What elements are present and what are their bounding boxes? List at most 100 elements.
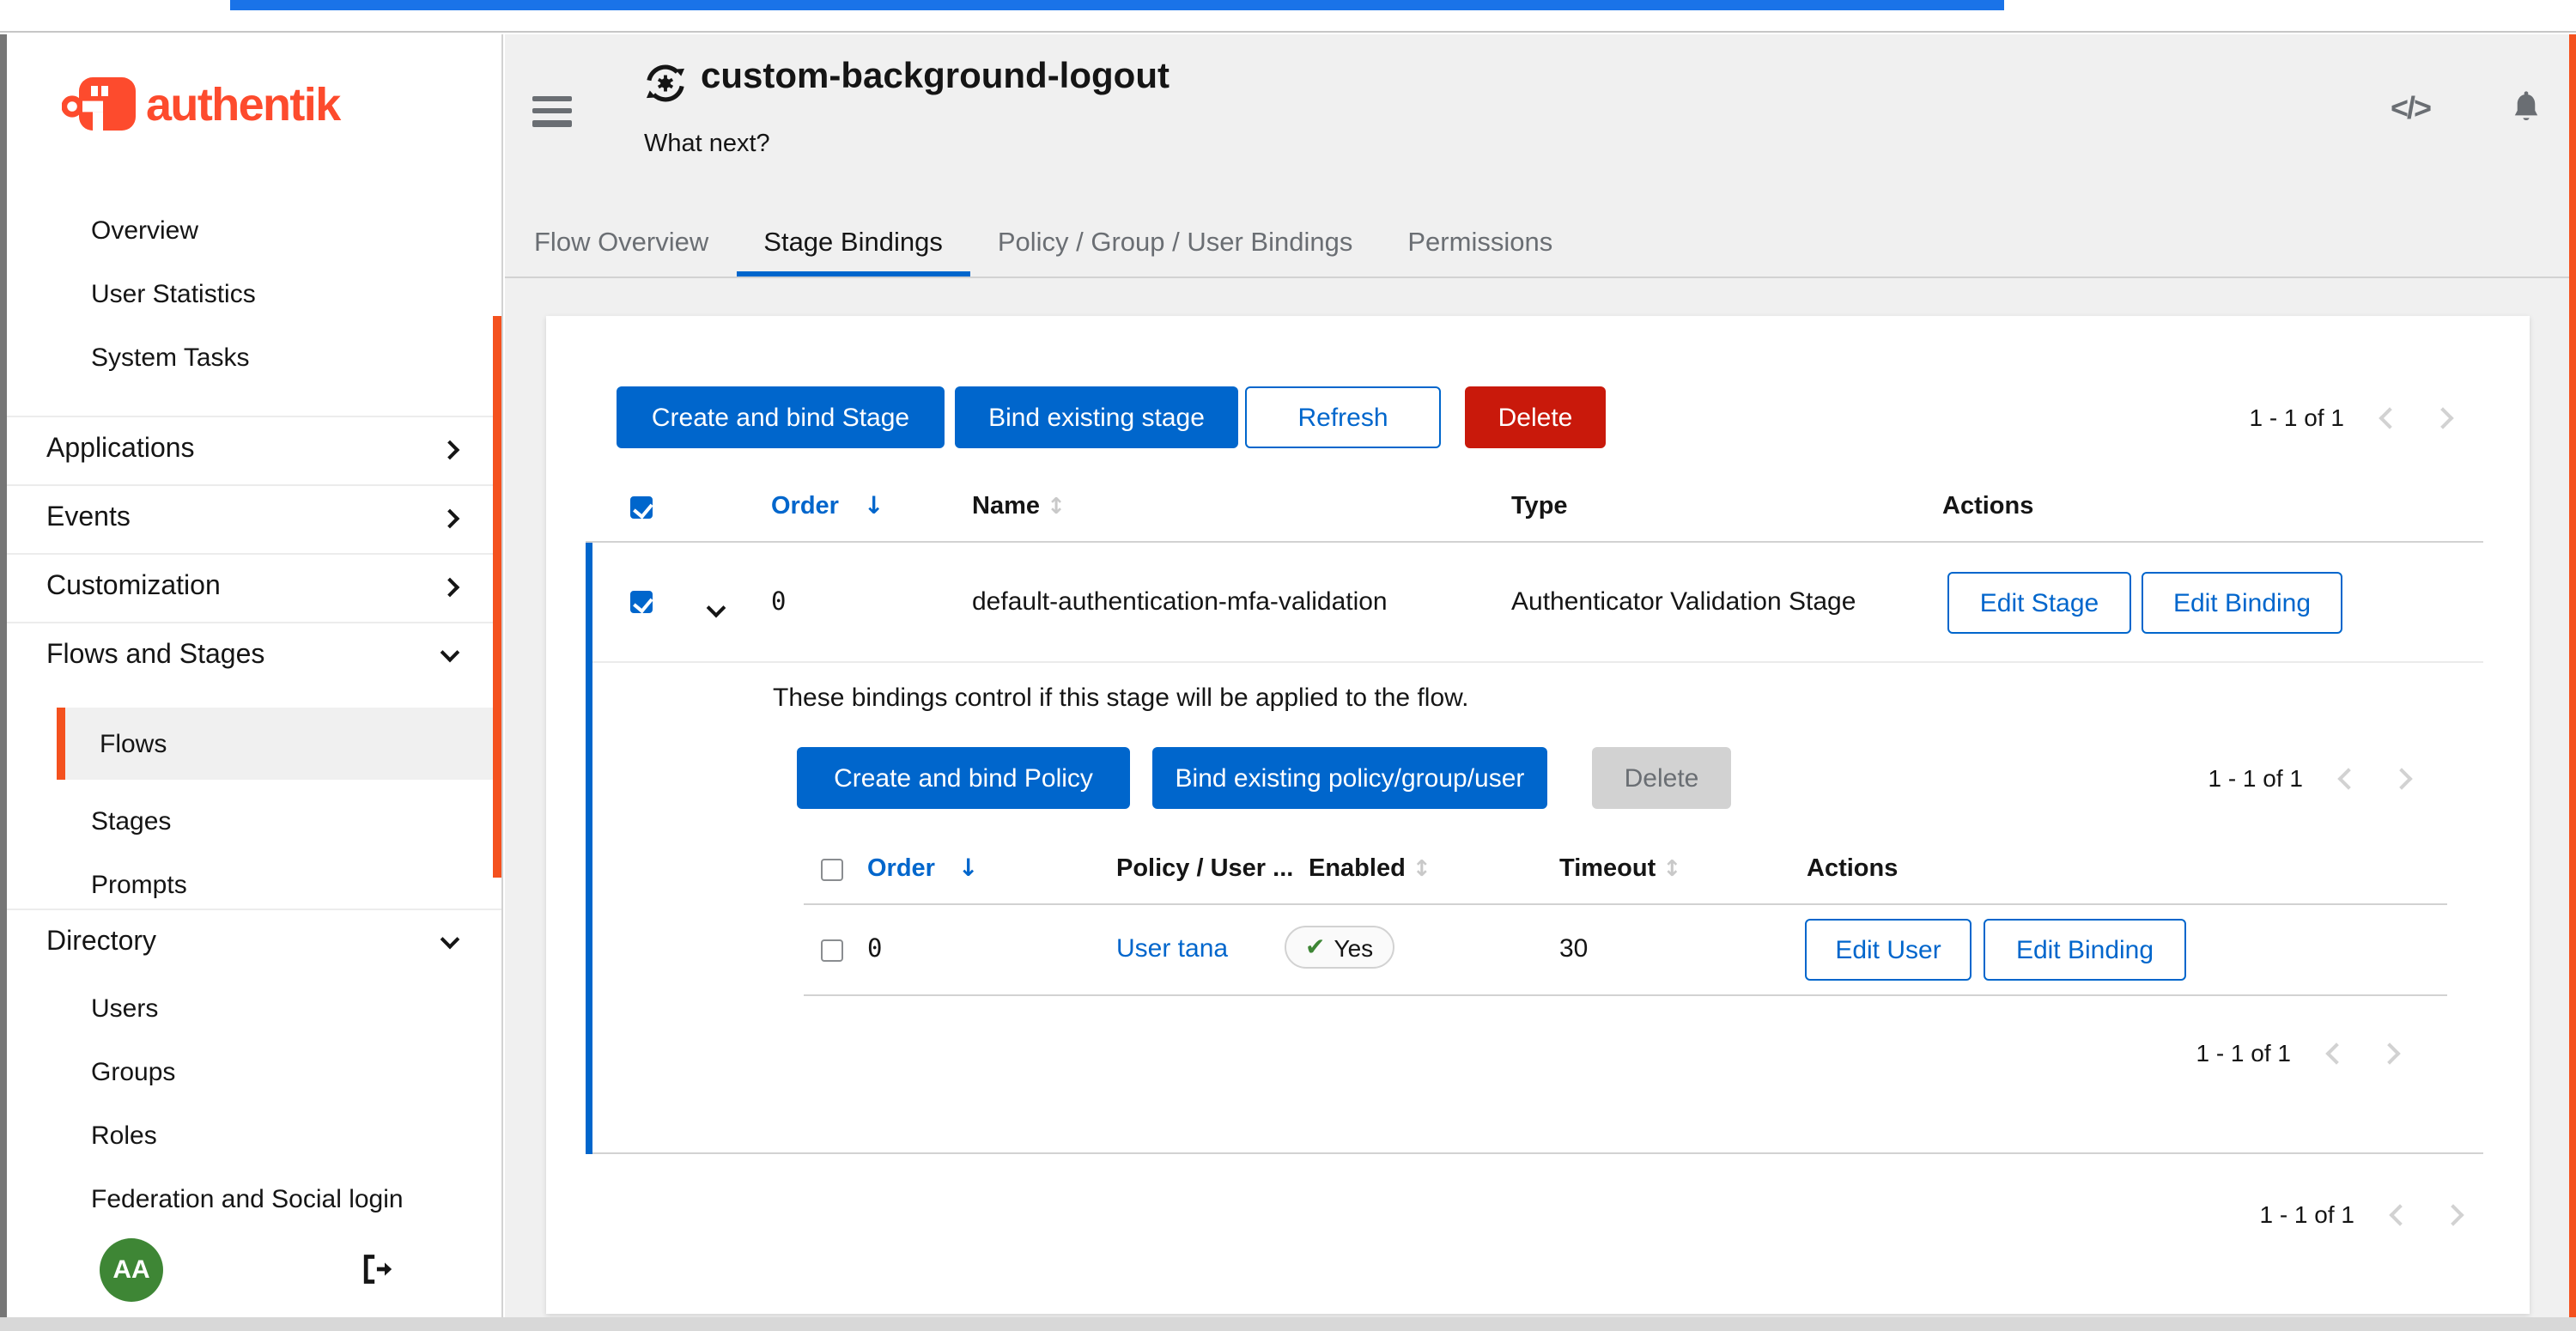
user-avatar[interactable]: AA: [100, 1238, 163, 1302]
column-timeout[interactable]: Timeout ↕: [1559, 855, 1681, 883]
window-focus-bar: [230, 0, 2004, 10]
policy-table-header: Order ↓ Policy / User ... Enabled ↕ Time…: [804, 836, 2447, 905]
sidebar-item-groups[interactable]: Groups: [7, 1041, 501, 1104]
sort-toggle-icon: ↕: [1047, 495, 1066, 520]
pagination-label: 1 - 1 of 1: [2259, 1200, 2354, 1228]
column-order[interactable]: Order: [867, 855, 935, 883]
stage-bindings-card: Create and bind Stage Bind existing stag…: [546, 316, 2530, 1314]
tab-flow-overview[interactable]: Flow Overview: [507, 215, 736, 277]
chevron-right-icon: [440, 578, 460, 598]
pagination-label: 1 - 1 of 1: [2196, 1039, 2291, 1067]
sort-descending-icon[interactable]: ↓: [864, 493, 884, 520]
pagination-prev-icon[interactable]: [2337, 767, 2359, 788]
enabled-label: Yes: [1334, 933, 1373, 961]
authentik-wordmark: authentik: [146, 78, 340, 131]
select-all-checkbox[interactable]: [821, 859, 843, 881]
cell-timeout: 30: [1559, 934, 1588, 963]
sidebar-item-federation-social-login[interactable]: Federation and Social login: [7, 1168, 501, 1231]
stage-table-header: Order ↓ Name ↕ Type Actions: [586, 474, 2483, 543]
sidebar-item-prompts[interactable]: Prompts: [7, 854, 501, 917]
sidebar-group-flows-and-stages[interactable]: Flows and Stages: [7, 622, 501, 690]
pagination-label: 1 - 1 of 1: [2249, 404, 2344, 431]
cell-order: 0: [771, 589, 786, 617]
sidebar-item-overview[interactable]: Overview: [7, 199, 501, 263]
column-policy-user: Policy / User ...: [1116, 855, 1293, 883]
sidebar-group-customization[interactable]: Customization: [7, 553, 501, 622]
tab-policy-group-user-bindings[interactable]: Policy / Group / User Bindings: [970, 215, 1381, 277]
sidebar-item-user-statistics[interactable]: User Statistics: [7, 263, 501, 326]
bind-existing-stage-button[interactable]: Bind existing stage: [955, 386, 1238, 448]
tab-stage-bindings[interactable]: Stage Bindings: [736, 215, 970, 277]
pagination-prev-icon[interactable]: [2379, 406, 2400, 428]
column-name[interactable]: Name ↕: [972, 493, 1066, 520]
row-expander-chevron-down-icon[interactable]: [709, 593, 723, 623]
api-code-icon[interactable]: </>: [2391, 91, 2430, 127]
sidebar-item-flows[interactable]: Flows: [57, 708, 500, 780]
tab-bar: Flow Overview Stage Bindings Policy / Gr…: [505, 215, 2576, 278]
pagination-next-icon[interactable]: [2391, 767, 2412, 788]
bind-existing-policy-button[interactable]: Bind existing policy/group/user: [1152, 747, 1547, 809]
column-enabled[interactable]: Enabled ↕: [1309, 855, 1431, 883]
page-title: custom-background-logout: [701, 57, 1170, 98]
delete-button[interactable]: Delete: [1465, 386, 1606, 448]
edit-stage-button[interactable]: Edit Stage: [1947, 572, 2131, 634]
column-actions: Actions: [1942, 493, 2033, 520]
column-order[interactable]: Order: [771, 493, 839, 520]
authentik-logo-icon: [62, 76, 137, 134]
refresh-button[interactable]: Refresh: [1245, 386, 1441, 448]
row-checkbox[interactable]: [630, 591, 653, 613]
logout-icon[interactable]: [357, 1252, 395, 1295]
sort-descending-icon[interactable]: ↓: [958, 855, 978, 883]
sort-toggle-icon: ↕: [1413, 857, 1431, 883]
enabled-badge: ✔ Yes: [1285, 926, 1394, 969]
notifications-bell-icon[interactable]: [2507, 89, 2545, 136]
edit-user-button[interactable]: Edit User: [1805, 919, 1971, 981]
edit-binding-button[interactable]: Edit Binding: [1984, 919, 2186, 981]
sidebar: authentik Overview User Statistics Syste…: [7, 34, 503, 1317]
delete-policy-button[interactable]: Delete: [1592, 747, 1731, 809]
stage-binding-row: 0 default-authentication-mfa-validation …: [586, 543, 2483, 663]
pagination-inner: 1 - 1 of 1: [2208, 747, 2409, 809]
create-and-bind-policy-button[interactable]: Create and bind Policy: [797, 747, 1130, 809]
pagination-next-icon[interactable]: [2442, 1203, 2464, 1225]
main-area: custom-background-logout What next? </> …: [505, 34, 2576, 1317]
authentik-logo[interactable]: authentik: [62, 76, 340, 134]
sidebar-group-directory[interactable]: Directory: [7, 909, 501, 977]
sort-toggle-icon: ↕: [1662, 857, 1681, 883]
bindings-description: These bindings control if this stage wil…: [773, 684, 1468, 713]
tab-permissions[interactable]: Permissions: [1380, 215, 1580, 277]
sidebar-item-users[interactable]: Users: [7, 977, 501, 1041]
sidebar-item-system-tasks[interactable]: System Tasks: [7, 326, 501, 390]
window-left-edge: [0, 34, 7, 1317]
edit-binding-button[interactable]: Edit Binding: [2142, 572, 2342, 634]
chevron-right-icon: [440, 509, 460, 529]
check-icon: ✔: [1305, 933, 1325, 961]
pagination-next-icon[interactable]: [2379, 1042, 2400, 1063]
policy-user-link[interactable]: User tana: [1116, 934, 1228, 963]
page-subtitle: What next?: [644, 131, 770, 158]
sidebar-item-stages[interactable]: Stages: [7, 790, 501, 854]
sidebar-item-roles[interactable]: Roles: [7, 1104, 501, 1168]
select-all-checkbox[interactable]: [630, 496, 653, 519]
expanded-policy-section: These bindings control if this stage wil…: [592, 663, 2483, 1154]
policy-binding-row: 0 User tana ✔ Yes 30 Edit User Edit Bind…: [804, 905, 2447, 996]
chevron-right-icon: [440, 441, 460, 460]
pagination-label: 1 - 1 of 1: [2208, 764, 2303, 792]
row-checkbox[interactable]: [821, 939, 843, 962]
cell-order: 0: [867, 936, 882, 963]
chevron-down-icon: [440, 643, 460, 663]
pagination-next-icon[interactable]: [2432, 406, 2453, 428]
pagination-inner-bottom: 1 - 1 of 1: [2196, 1022, 2397, 1084]
window-bottom-edge: [0, 1317, 2576, 1331]
sidebar-scrollbar[interactable]: [493, 316, 501, 878]
column-actions: Actions: [1807, 855, 1898, 883]
create-and-bind-stage-button[interactable]: Create and bind Stage: [617, 386, 945, 448]
cell-type: Authenticator Validation Stage: [1511, 587, 1856, 617]
expanded-row-accent: [586, 543, 592, 1154]
sidebar-group-events[interactable]: Events: [7, 484, 501, 553]
pagination-prev-icon[interactable]: [2325, 1042, 2347, 1063]
pagination-prev-icon[interactable]: [2389, 1203, 2410, 1225]
page-scrollbar[interactable]: [2569, 34, 2576, 1317]
sidebar-toggle-button[interactable]: [532, 96, 572, 133]
sidebar-group-applications[interactable]: Applications: [7, 416, 501, 484]
